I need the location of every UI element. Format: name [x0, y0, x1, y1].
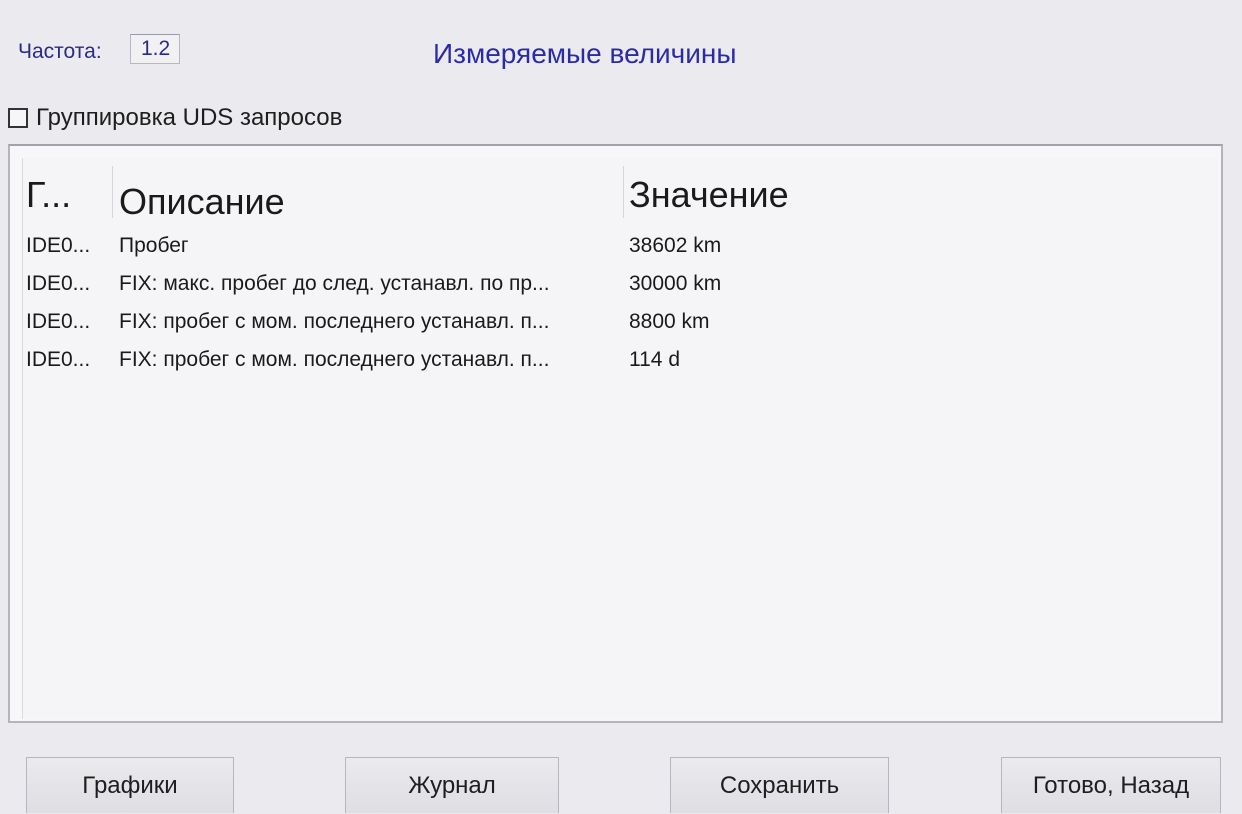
- row-description: FIX: пробег с мом. последнего устанавл. …: [119, 310, 550, 333]
- measurements-table: Г... Описание Значение IDE0... Пробег 38…: [8, 144, 1223, 723]
- table-row[interactable]: IDE0... FIX: пробег с мом. последнего ус…: [23, 342, 1219, 380]
- row-id: IDE0...: [26, 272, 91, 295]
- row-value: 8800 km: [629, 310, 710, 333]
- row-value: 114 d: [629, 348, 680, 371]
- save-button[interactable]: Сохранить: [670, 757, 889, 813]
- table-row[interactable]: IDE0... FIX: макс. пробег до след. устан…: [23, 266, 1219, 304]
- done-back-button[interactable]: Готово, Назад: [1001, 757, 1221, 813]
- row-id: IDE0...: [26, 310, 91, 333]
- frequency-value-field[interactable]: 1.2: [130, 34, 180, 64]
- row-value: 30000 km: [629, 272, 722, 295]
- column-divider[interactable]: [112, 166, 113, 218]
- row-id: IDE0...: [26, 348, 91, 371]
- row-value: 38602 km: [629, 234, 722, 257]
- column-header-group[interactable]: Г...: [26, 174, 71, 216]
- table-row[interactable]: IDE0... Пробег 38602 km: [23, 228, 1219, 266]
- row-description: FIX: пробег с мом. последнего устанавл. …: [119, 348, 550, 371]
- measurements-list: Г... Описание Значение IDE0... Пробег 38…: [22, 158, 1219, 719]
- table-rows: IDE0... Пробег 38602 km IDE0... FIX: мак…: [23, 228, 1219, 380]
- table-row[interactable]: IDE0... FIX: пробег с мом. последнего ус…: [23, 304, 1219, 342]
- bottom-toolbar: Графики Журнал Сохранить Готово, Назад: [0, 757, 1242, 813]
- uds-grouping-checkbox[interactable]: Группировка UDS запросов: [8, 104, 342, 132]
- page-title: Измеряемые величины: [433, 38, 737, 69]
- column-header-value[interactable]: Значение: [629, 174, 789, 216]
- column-header-description[interactable]: Описание: [119, 181, 285, 223]
- row-description: FIX: макс. пробег до след. устанавл. по …: [119, 272, 550, 295]
- checkbox-box[interactable]: [8, 108, 28, 128]
- row-description: Пробег: [119, 234, 189, 257]
- column-divider[interactable]: [623, 166, 624, 218]
- graphs-button[interactable]: Графики: [26, 757, 234, 813]
- row-id: IDE0...: [26, 234, 91, 257]
- frequency-label: Частота:: [18, 40, 102, 63]
- journal-button[interactable]: Журнал: [345, 757, 559, 813]
- uds-grouping-label: Группировка UDS запросов: [36, 104, 343, 131]
